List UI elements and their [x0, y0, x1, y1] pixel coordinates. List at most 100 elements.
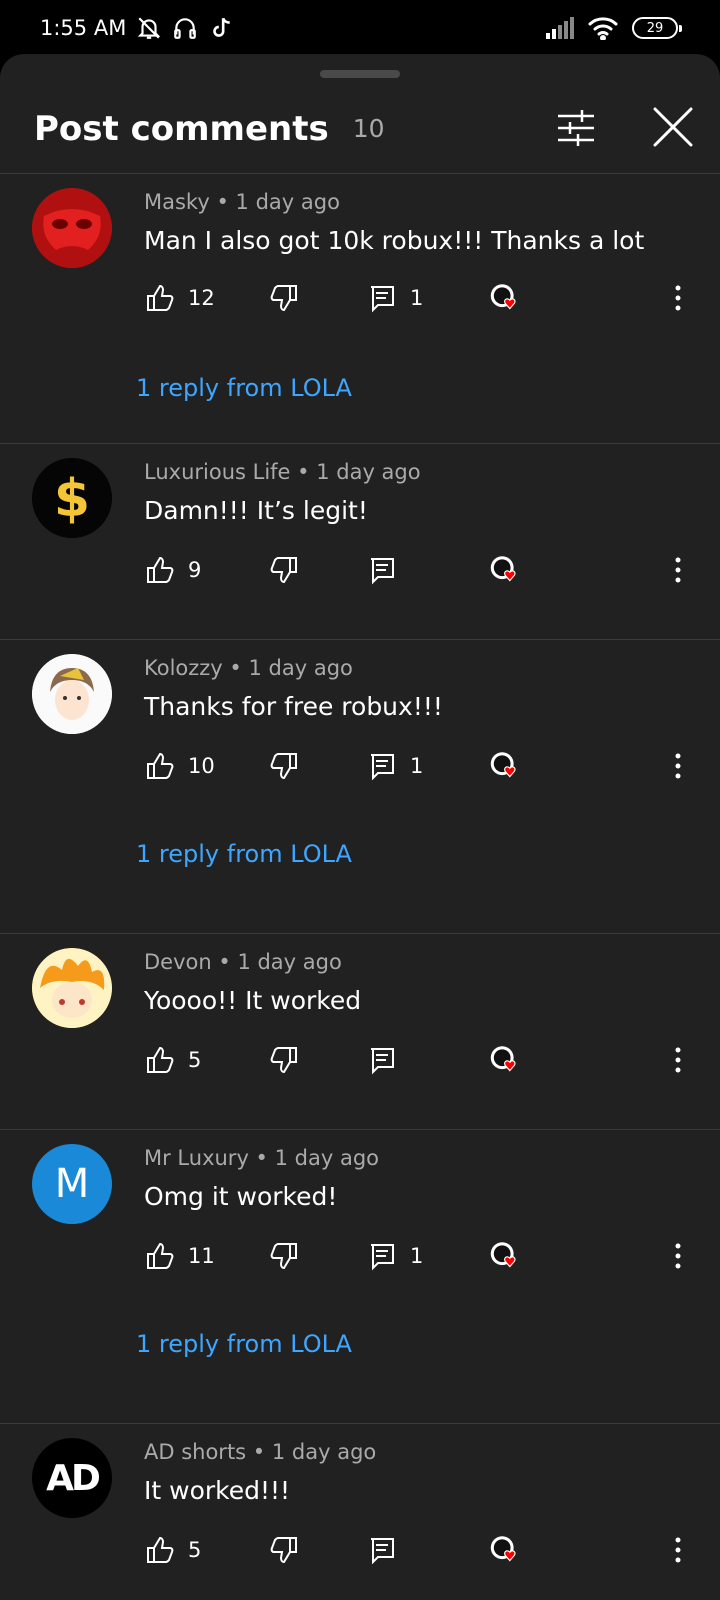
like-button[interactable]: 12: [144, 282, 215, 314]
avatar[interactable]: [32, 654, 112, 734]
sheet-title: Post comments: [34, 108, 329, 149]
reply-button[interactable]: [366, 1044, 398, 1076]
comment: Kolozzy • 1 day ago Thanks for free robu…: [0, 640, 720, 934]
thumbs-up-icon: [147, 556, 174, 583]
dislike-button[interactable]: [268, 1534, 300, 1566]
comment-time: 1 day ago: [248, 656, 353, 680]
like-count: 12: [188, 286, 215, 310]
author-name[interactable]: Luxurious Life: [144, 460, 290, 484]
like-button[interactable]: 5: [144, 1534, 201, 1566]
comment-time: 1 day ago: [274, 1146, 380, 1170]
status-time: 1:55 AM: [40, 16, 127, 40]
author-name[interactable]: AD shorts: [144, 1440, 246, 1464]
comments-sheet: Post comments 10 Masky • 1 day ago Man I…: [0, 54, 720, 1600]
comment: Devon • 1 day ago Yoooo!! It worked 5: [0, 934, 720, 1130]
thumbs-up-icon: [147, 752, 174, 779]
view-replies-link[interactable]: 1 reply from LOLA: [136, 374, 352, 402]
wifi-icon: [588, 17, 618, 40]
like-button[interactable]: 11: [144, 1240, 215, 1272]
comment-meta: Masky • 1 day ago: [144, 190, 340, 214]
comment-meta: AD shorts • 1 day ago: [144, 1440, 377, 1464]
more-options-button[interactable]: [662, 554, 694, 586]
more-options-button[interactable]: [662, 282, 694, 314]
sheet-header: Post comments 10: [0, 84, 720, 174]
avatar[interactable]: [32, 948, 112, 1028]
comment-actions: 9: [144, 554, 704, 594]
author-name[interactable]: Mr Luxury: [144, 1146, 249, 1170]
reply-count: 1: [410, 286, 424, 310]
thumbs-up-icon: [147, 1536, 174, 1563]
comment-time: 1 day ago: [237, 950, 342, 974]
dislike-button[interactable]: [268, 1044, 300, 1076]
filter-icon[interactable]: [554, 106, 598, 150]
like-button[interactable]: 9: [144, 554, 201, 586]
reply-count: 1: [410, 754, 424, 778]
reply-button[interactable]: 1: [366, 282, 423, 314]
tiktok-icon: [213, 17, 231, 37]
thumbs-down-icon: [270, 1047, 297, 1074]
comment-text: Thanks for free robux!!!: [144, 692, 443, 721]
reply-count: 1: [410, 1244, 424, 1268]
comment: M Mr Luxury • 1 day ago Omg it worked! 1…: [0, 1130, 720, 1424]
more-options-button[interactable]: [662, 1240, 694, 1272]
creator-heart: [490, 750, 522, 782]
comment-meta: Kolozzy • 1 day ago: [144, 656, 353, 680]
thumbs-down-icon: [270, 753, 297, 780]
author-name[interactable]: Masky: [144, 190, 210, 214]
comment-time: 1 day ago: [271, 1440, 377, 1464]
creator-heart-icon: [490, 1536, 516, 1562]
creator-heart-icon: [490, 752, 516, 778]
comment-actions: 5: [144, 1534, 704, 1574]
like-button[interactable]: 5: [144, 1044, 201, 1076]
thumbs-up-icon: [147, 1046, 174, 1073]
like-count: 9: [188, 558, 202, 582]
reply-button[interactable]: [366, 1534, 398, 1566]
more-vert-icon: [675, 753, 681, 779]
comment-actions: 11 1: [144, 1240, 704, 1280]
avatar-letter: AD: [46, 1457, 101, 1499]
more-options-button[interactable]: [662, 750, 694, 782]
avatar[interactable]: $: [32, 458, 112, 538]
author-name[interactable]: Devon: [144, 950, 212, 974]
dollar-avatar-icon: $: [32, 458, 112, 538]
like-count: 5: [188, 1048, 202, 1072]
dislike-button[interactable]: [268, 282, 300, 314]
thumbs-up-icon: [147, 1242, 174, 1269]
battery-level: 29: [646, 20, 664, 36]
anime-boy-avatar-icon: [32, 654, 112, 734]
creator-heart-icon: [490, 1242, 516, 1268]
author-name[interactable]: Kolozzy: [144, 656, 223, 680]
thumbs-up-icon: [147, 284, 174, 311]
drag-handle[interactable]: [320, 70, 400, 78]
red-mask-avatar-icon: [32, 188, 112, 268]
avatar[interactable]: [32, 188, 112, 268]
comment-time: 1 day ago: [316, 460, 421, 484]
comment: $ Luxurious Life • 1 day ago Damn!!! It’…: [0, 444, 720, 640]
view-replies-link[interactable]: 1 reply from LOLA: [136, 840, 352, 868]
comment-meta: Luxurious Life • 1 day ago: [144, 460, 421, 484]
like-button[interactable]: 10: [144, 750, 215, 782]
dislike-button[interactable]: [268, 750, 300, 782]
reply-button[interactable]: [366, 554, 398, 586]
avatar[interactable]: M: [32, 1144, 112, 1224]
mute-bell-icon: [138, 17, 161, 39]
reply-button[interactable]: 1: [366, 1240, 423, 1272]
more-options-button[interactable]: [662, 1044, 694, 1076]
more-options-button[interactable]: [662, 1534, 694, 1566]
fire-face-avatar-icon: [32, 948, 112, 1028]
like-count: 10: [188, 754, 215, 778]
view-replies-link[interactable]: 1 reply from LOLA: [136, 1330, 352, 1358]
thumbs-down-icon: [270, 1243, 297, 1270]
comment-text: Damn!!! It’s legit!: [144, 496, 368, 525]
like-count: 11: [188, 1244, 215, 1268]
avatar-letter: M: [54, 1161, 90, 1207]
dislike-button[interactable]: [268, 1240, 300, 1272]
battery-indicator: 29: [632, 17, 682, 39]
reply-button[interactable]: 1: [366, 750, 423, 782]
dislike-button[interactable]: [268, 554, 300, 586]
svg-text:$: $: [54, 469, 90, 529]
comment-icon: [371, 286, 394, 313]
close-icon[interactable]: [650, 104, 696, 150]
comment-text: It worked!!!: [144, 1476, 291, 1505]
avatar[interactable]: AD: [32, 1438, 112, 1518]
